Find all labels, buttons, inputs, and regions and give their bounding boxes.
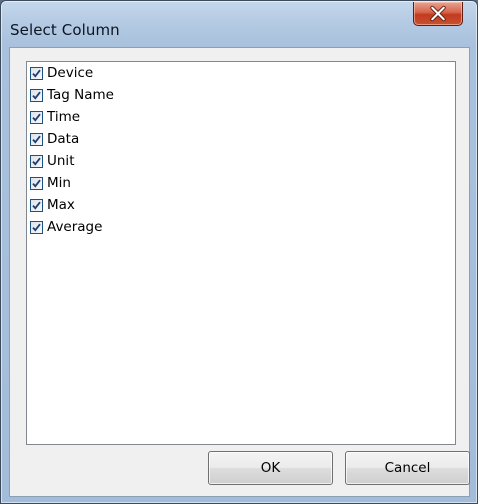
checkmark-icon — [32, 69, 41, 78]
checkbox[interactable] — [30, 176, 43, 190]
list-item-device[interactable]: Device — [30, 63, 93, 83]
checkbox[interactable] — [30, 88, 43, 102]
list-item-time[interactable]: Time — [30, 107, 80, 127]
list-item-min[interactable]: Min — [30, 173, 71, 193]
list-item-label: Time — [47, 109, 81, 125]
checkmark-icon — [32, 201, 41, 210]
list-item-label: Average — [47, 219, 103, 235]
select-column-dialog: Select Column Device Tag Name Time Data — [0, 0, 478, 504]
list-item-label: Unit — [47, 153, 75, 169]
list-item-max[interactable]: Max — [30, 195, 75, 215]
checkbox[interactable] — [30, 220, 43, 234]
checkbox[interactable] — [30, 154, 43, 168]
checkmark-icon — [32, 179, 41, 188]
ok-button[interactable]: OK — [208, 451, 333, 485]
list-item-tag-name[interactable]: Tag Name — [30, 85, 114, 105]
checkbox[interactable] — [30, 66, 43, 80]
dialog-client-area: Device Tag Name Time Data Unit Min Max A… — [9, 47, 470, 497]
list-item-label: Device — [47, 65, 94, 81]
checkmark-icon — [32, 113, 41, 122]
list-item-label: Tag Name — [47, 87, 114, 103]
checkmark-icon — [32, 91, 41, 100]
checkmark-icon — [32, 135, 41, 144]
list-item-label: Min — [47, 175, 71, 191]
column-checklist[interactable]: Device Tag Name Time Data Unit Min Max A… — [26, 61, 456, 445]
checkbox[interactable] — [30, 110, 43, 124]
checkbox[interactable] — [30, 132, 43, 146]
checkmark-icon — [32, 157, 41, 166]
cancel-button[interactable]: Cancel — [345, 451, 470, 485]
dialog-title: Select Column — [10, 21, 120, 39]
close-button[interactable] — [413, 2, 463, 26]
list-item-unit[interactable]: Unit — [30, 151, 74, 171]
checkbox[interactable] — [30, 198, 43, 212]
list-item-label: Max — [47, 197, 75, 213]
list-item-average[interactable]: Average — [30, 217, 102, 237]
close-icon — [430, 5, 446, 22]
checkmark-icon — [32, 223, 41, 232]
list-item-label: Data — [47, 131, 80, 147]
list-item-data[interactable]: Data — [30, 129, 79, 149]
